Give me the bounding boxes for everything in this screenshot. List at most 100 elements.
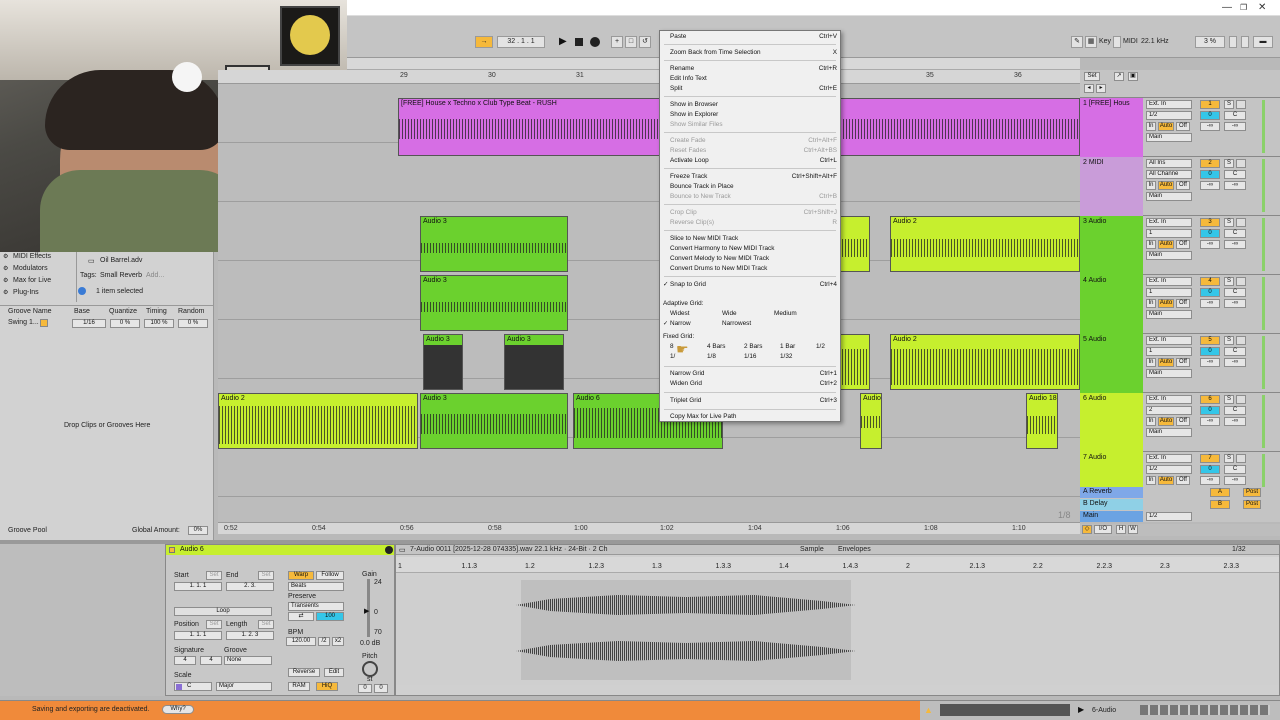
send-a-field[interactable]: -∞ (1200, 358, 1220, 367)
track-header[interactable]: 6 Audio Ext. In 2 In Auto Off Main 6 S 0… (1080, 393, 1280, 452)
back-icon[interactable]: ◂ (1084, 84, 1094, 93)
track-activator[interactable]: 3 (1200, 218, 1220, 227)
double-button[interactable]: x2 (332, 637, 344, 646)
bpm-field[interactable]: 120.00 (286, 637, 316, 646)
menu-item[interactable]: Convert Drums to New MIDI Track (660, 264, 840, 274)
play-track-icon[interactable]: ▶ (1078, 705, 1084, 714)
arm-button[interactable] (1236, 277, 1246, 286)
track-name[interactable]: 2 MIDI (1080, 157, 1143, 216)
edit-button[interactable]: Edit (324, 668, 344, 677)
send-b-field[interactable]: -∞ (1224, 358, 1246, 367)
grid-wide[interactable]: Wide (712, 309, 762, 319)
volume-field[interactable]: 0 (1200, 229, 1220, 238)
solo-button[interactable]: S (1224, 454, 1234, 463)
clip-audio-3[interactable]: Audio 3 (420, 275, 568, 331)
volume-field[interactable]: 0 (1200, 170, 1220, 179)
reenable-automation-icon[interactable]: ↺ (639, 36, 651, 48)
clip-view-close-icon[interactable] (385, 546, 393, 554)
monitor-off[interactable]: Off (1176, 122, 1190, 131)
volume-field[interactable]: 0 (1200, 406, 1220, 415)
track-activator[interactable]: 5 (1200, 336, 1220, 345)
key-map-button[interactable]: Key (1099, 38, 1111, 45)
track-header[interactable]: 5 Audio Ext. In 1 In Auto Off Main 5 S 0… (1080, 334, 1280, 393)
groove-hot-swap-icon[interactable] (40, 319, 48, 327)
set-button[interactable]: Set (1084, 72, 1100, 81)
gain-handle-icon[interactable]: ▶ (364, 607, 369, 615)
record-icon[interactable] (590, 37, 600, 47)
clip-audio-2[interactable]: Audio 2 (218, 393, 418, 449)
track-name[interactable]: 1 [FREE] Hous (1080, 98, 1143, 157)
send-b-field[interactable]: -∞ (1224, 476, 1246, 485)
expand-icon[interactable]: ↗ (1114, 72, 1124, 81)
why-button[interactable]: Why? (162, 705, 194, 714)
transient-envelope-field[interactable]: 100 (316, 612, 344, 621)
loop-mode-select[interactable]: ⇄ (288, 612, 314, 621)
solo-button[interactable]: S (1224, 277, 1234, 286)
warp-button[interactable]: Warp (288, 571, 314, 580)
monitor-off[interactable]: Off (1176, 299, 1190, 308)
track-header[interactable]: 2 MIDI All Ins All Channe In Auto Off Ma… (1080, 157, 1280, 216)
input-channel-select[interactable]: 1 (1146, 288, 1192, 297)
clip-audio-3[interactable]: Audio 3 (420, 393, 568, 449)
browser-item-max-for-live[interactable]: Max for Live (13, 277, 51, 284)
pan-field[interactable]: C (1224, 170, 1246, 179)
file-item[interactable]: Oil Barrel.adv (100, 257, 142, 264)
main-track-name[interactable]: Main (1080, 511, 1143, 522)
monitor-auto[interactable]: Auto (1158, 358, 1174, 367)
follow-button[interactable]: → (475, 36, 493, 48)
grid-2-bars[interactable]: 2 Bars (734, 342, 770, 352)
track-activator[interactable]: 1 (1200, 100, 1220, 109)
midi-map-button[interactable]: MIDI (1123, 38, 1138, 45)
keyboard-icon[interactable]: ▦ (1085, 36, 1097, 48)
menu-item[interactable]: Rename Ctrl+R (660, 64, 840, 74)
loop-button[interactable]: Loop (174, 607, 272, 616)
input-channel-select[interactable]: 2 (1146, 406, 1192, 415)
track-name[interactable]: 3 Audio (1080, 216, 1143, 275)
arm-button[interactable] (1236, 159, 1246, 168)
length-field[interactable]: 1. 2. 3 (226, 631, 274, 640)
groove-quantize[interactable]: 0 % (110, 319, 140, 328)
w-button[interactable]: W (1128, 525, 1138, 534)
mini-overview[interactable] (940, 704, 1070, 716)
transients-select[interactable]: Transients (288, 602, 344, 611)
input-type-select[interactable]: Ext. In (1146, 218, 1192, 227)
pan-field[interactable]: C (1224, 111, 1246, 120)
scale-name-select[interactable]: Major (216, 682, 272, 691)
track-name[interactable]: 6 Audio (1080, 393, 1143, 452)
end-field[interactable]: 2. 3. (226, 582, 274, 591)
pan-field[interactable]: C (1224, 347, 1246, 356)
arrangement-view[interactable]: [FREE] House x Techno x Club Type Beat -… (218, 84, 1080, 522)
position-set-button[interactable]: Set (206, 620, 222, 629)
grid-narrowest[interactable]: Narrowest (712, 319, 772, 329)
time-ruler[interactable]: 0:52 0:54 0:56 0:58 1:00 1:02 1:04 1:06 … (218, 522, 1080, 534)
play-icon[interactable]: ▶ (559, 36, 567, 47)
arm-button[interactable] (1236, 218, 1246, 227)
lock-icon[interactable]: ▣ (1128, 72, 1138, 81)
browser-item-plugins[interactable]: Plug-Ins (13, 289, 39, 296)
return-b-post[interactable]: Post (1243, 500, 1261, 509)
solo-button[interactable]: S (1224, 218, 1234, 227)
h-button[interactable]: H (1116, 525, 1126, 534)
maximize-icon[interactable]: ❐ (1240, 3, 1247, 12)
tab-sample[interactable]: Sample (800, 546, 824, 553)
monitor-in[interactable]: In (1146, 358, 1156, 367)
clip-audio[interactable] (838, 216, 870, 272)
position-field[interactable]: 32 . 1 . 1 (497, 36, 545, 48)
send-a-field[interactable]: -∞ (1200, 476, 1220, 485)
pan-field[interactable]: C (1224, 465, 1246, 474)
menu-item[interactable]: Convert Harmony to New MIDI Track (660, 244, 840, 254)
return-a-name[interactable]: A Reverb (1080, 487, 1143, 498)
grid-4-bars[interactable]: 4 Bars (697, 342, 733, 352)
track-header[interactable]: 1 [FREE] Hous Ext. In 1/2 In Auto Off Ma… (1080, 98, 1280, 157)
send-b-field[interactable]: -∞ (1224, 240, 1246, 249)
solo-button[interactable]: S (1224, 159, 1234, 168)
overdub-icon[interactable]: + (611, 36, 623, 48)
tag-chip[interactable]: Small Reverb (100, 272, 142, 279)
half-button[interactable]: /2 (318, 637, 330, 646)
monitor-auto[interactable]: Auto (1158, 299, 1174, 308)
solo-button[interactable]: S (1224, 100, 1234, 109)
volume-field[interactable]: 0 (1200, 347, 1220, 356)
send-a-field[interactable]: -∞ (1200, 417, 1220, 426)
output-select[interactable]: Main (1146, 133, 1192, 142)
monitor-off[interactable]: Off (1176, 417, 1190, 426)
